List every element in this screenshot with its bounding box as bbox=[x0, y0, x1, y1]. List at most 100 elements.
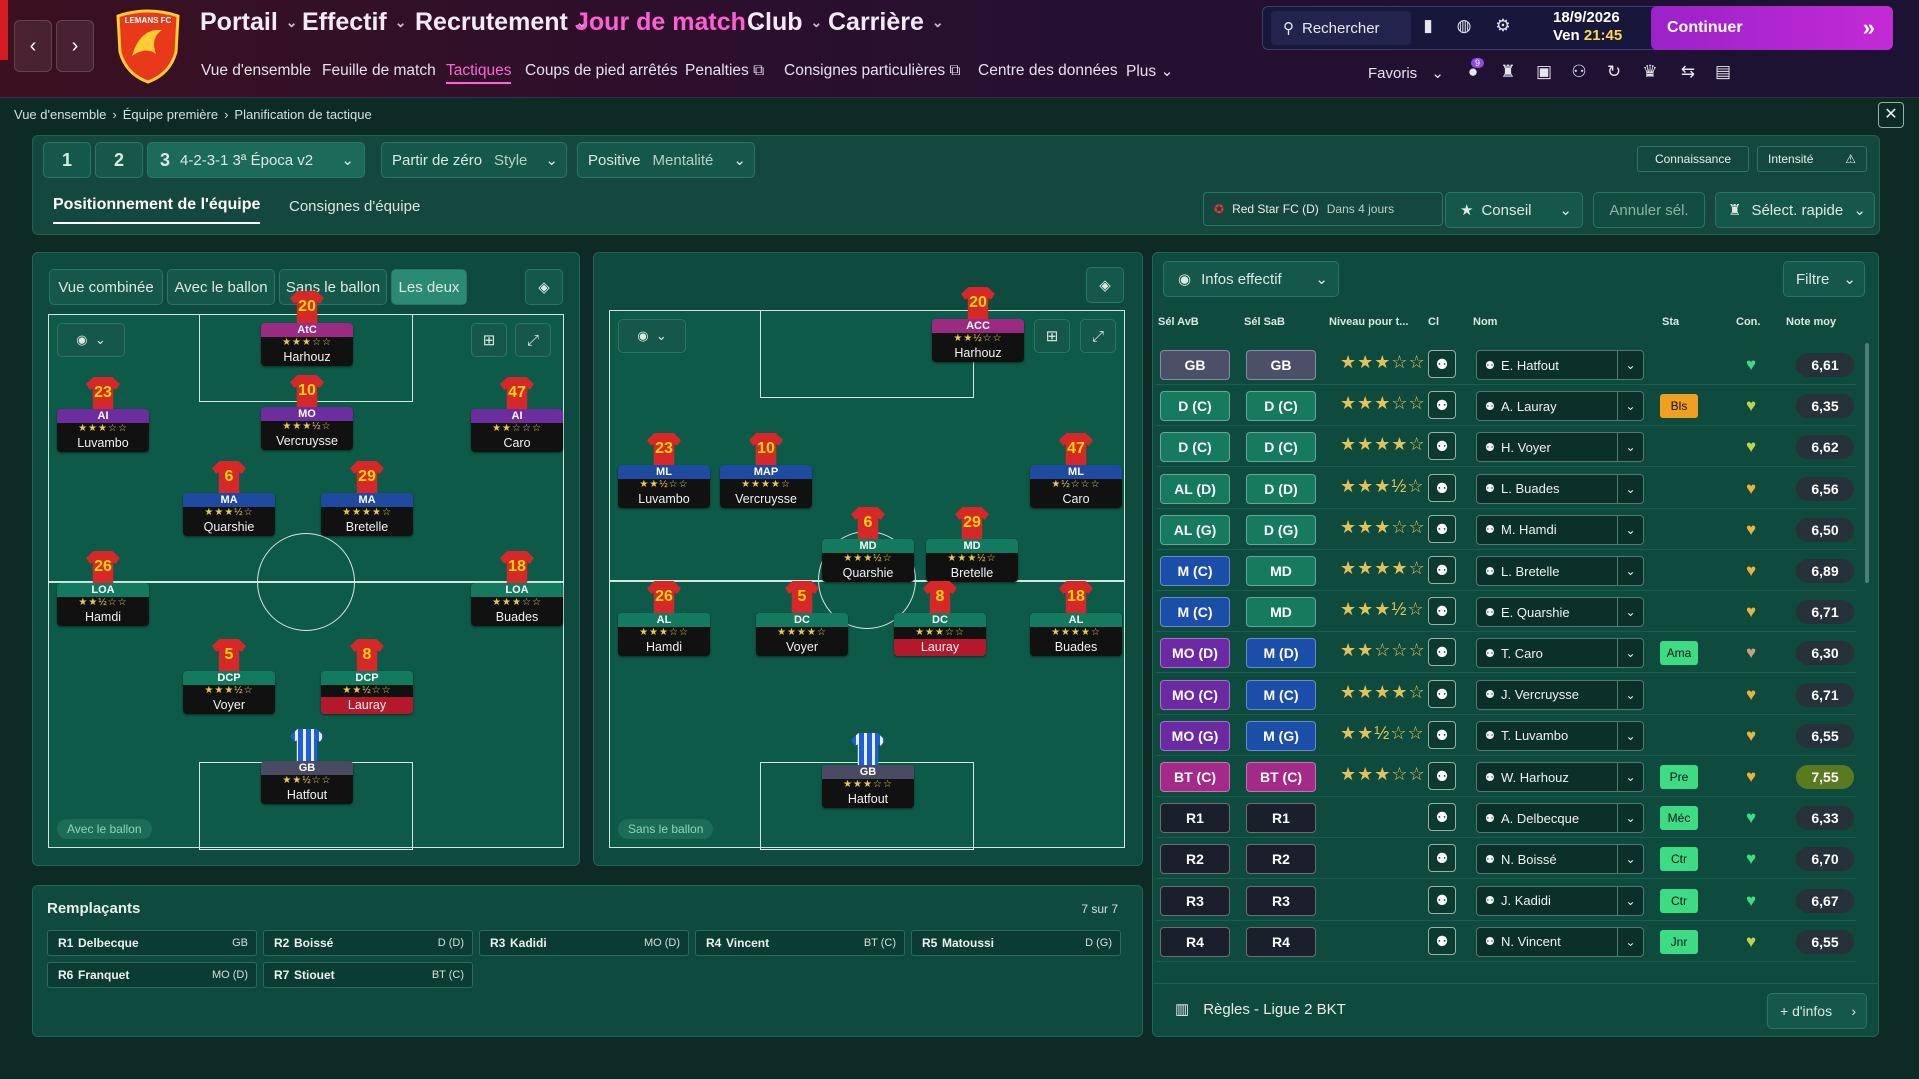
scrollbar[interactable] bbox=[1865, 343, 1869, 583]
substitute-slot[interactable]: R6 Franquet MO (D) bbox=[47, 962, 257, 988]
player-token[interactable]: 6 MA ★★★½☆ Quarshie bbox=[183, 461, 275, 536]
person-icon[interactable]: ⚉ bbox=[1428, 556, 1456, 584]
squad-row[interactable]: R2 R2 ⚉ ⚉ N. Boissé ⌄ Ctr ♥ 6,70 bbox=[1156, 839, 1856, 880]
player-token[interactable]: 8 DC ★★★☆☆ Lauray bbox=[894, 581, 986, 656]
without-ball-position[interactable]: R1 bbox=[1246, 803, 1316, 834]
player-select[interactable]: ⚉ E. Quarshie ⌄ bbox=[1476, 597, 1644, 628]
player-select[interactable]: ⚉ N. Boissé ⌄ bbox=[1476, 844, 1644, 875]
with-ball-position[interactable]: D (C) bbox=[1160, 391, 1230, 422]
submenu-feuille-de-match[interactable]: Feuille de match bbox=[322, 62, 436, 80]
player-token[interactable]: 10 MO ★★★½☆ Vercruysse bbox=[261, 375, 353, 450]
substitute-slot[interactable]: R5 Matoussi D (G) bbox=[911, 930, 1121, 956]
person-icon[interactable]: ⚉ bbox=[1428, 926, 1456, 955]
close-icon[interactable]: ✕ bbox=[1878, 102, 1904, 128]
squad-row[interactable]: R4 R4 ⚉ ⚉ N. Vincent ⌄ Jnr ♥ 6,55 bbox=[1156, 922, 1856, 962]
without-ball-position[interactable]: R2 bbox=[1246, 844, 1316, 875]
player-select[interactable]: ⚉ L. Bretelle ⌄ bbox=[1476, 556, 1644, 586]
favorites-dropdown[interactable]: Favoris ⌄ bbox=[1368, 64, 1444, 82]
person-icon[interactable]: ⚉ bbox=[1428, 638, 1456, 667]
player-token[interactable]: 18 LOA ★★★☆☆ Buades bbox=[471, 551, 563, 626]
submenu-consignes[interactable]: Consignes particulières ⧉ bbox=[784, 62, 961, 80]
person-icon[interactable]: ⚉ bbox=[1428, 514, 1456, 543]
player-token[interactable]: 8 DCP ★★½☆☆ Lauray bbox=[321, 639, 413, 714]
person-icon[interactable]: ⚉ bbox=[1428, 391, 1456, 420]
menu-portail[interactable]: Portail ⌄ bbox=[200, 8, 298, 37]
player-token[interactable]: 20 AtC ★★★☆☆ Harhouz bbox=[261, 291, 353, 366]
player-select[interactable]: ⚉ N. Vincent ⌄ bbox=[1476, 926, 1644, 957]
with-ball-position[interactable]: R4 bbox=[1160, 926, 1230, 957]
without-ball-position[interactable]: BT (C) bbox=[1246, 762, 1316, 792]
breadcrumb-item[interactable]: Équipe première bbox=[123, 107, 218, 122]
player-token[interactable]: 47 ML ★½☆☆☆ Caro bbox=[1030, 433, 1122, 508]
without-ball-position[interactable]: R3 bbox=[1246, 885, 1316, 916]
player-token[interactable]: 29 MA ★★★★☆ Bretelle bbox=[321, 461, 413, 536]
more-info-button[interactable]: + d'infos › bbox=[1767, 993, 1867, 1029]
expand-icon[interactable]: ⤢ bbox=[515, 323, 551, 357]
player-token[interactable]: GB ★★★☆☆ Hatfout bbox=[822, 733, 914, 808]
substitute-slot[interactable]: R4 Vincent BT (C) bbox=[695, 930, 905, 956]
person-icon[interactable]: ⚉ bbox=[1428, 350, 1456, 378]
menu-jour-de-match[interactable]: Jour de match ⌄ bbox=[575, 8, 766, 37]
formation-icon[interactable]: ◈ bbox=[1086, 267, 1124, 303]
view-combined[interactable]: Vue combinée bbox=[49, 269, 163, 305]
submenu-centre-donnees[interactable]: Centre des données bbox=[978, 62, 1118, 80]
with-ball-position[interactable]: D (C) bbox=[1160, 432, 1230, 463]
view-with-ball[interactable]: Avec le ballon bbox=[167, 269, 275, 305]
style-dropdown[interactable]: Partir de zéro Style ⌄ bbox=[381, 142, 567, 178]
player-select[interactable]: ⚉ A. Lauray ⌄ bbox=[1476, 391, 1644, 422]
person-icon[interactable]: ⚉ bbox=[1428, 762, 1456, 790]
continue-button[interactable]: Continuer» bbox=[1651, 6, 1893, 50]
player-token[interactable]: 26 AL ★★★☆☆ Hamdi bbox=[618, 581, 710, 656]
submenu-coups-de-pied[interactable]: Coups de pied arrêtés bbox=[525, 62, 678, 80]
submenu-vue-ensemble[interactable]: Vue d'ensemble bbox=[201, 62, 311, 80]
without-ball-position[interactable]: GB bbox=[1246, 350, 1316, 380]
tactic-slot-2[interactable]: 2 bbox=[95, 142, 143, 178]
person-icon[interactable]: ⚉ bbox=[1428, 597, 1456, 626]
column-header[interactable]: Sél AvB bbox=[1158, 316, 1199, 328]
player-select[interactable]: ⚉ H. Voyer ⌄ bbox=[1476, 432, 1644, 463]
column-header[interactable]: Sél SaB bbox=[1244, 316, 1285, 328]
view-both[interactable]: Les deux bbox=[391, 269, 467, 305]
tab-positioning[interactable]: Positionnement de l'équipe bbox=[53, 196, 261, 224]
submenu-plus[interactable]: Plus ⌄ bbox=[1126, 62, 1173, 81]
with-ball-position[interactable]: BT (C) bbox=[1160, 762, 1230, 792]
inbox-icon[interactable]: ▮ bbox=[1413, 16, 1443, 36]
player-select[interactable]: ⚉ E. Hatfout ⌄ bbox=[1476, 350, 1644, 380]
squad-row[interactable]: GB GB ★★★☆☆ ⚉ ⚉ E. Hatfout ⌄ ♥ 6,61 bbox=[1156, 345, 1856, 385]
forward-button[interactable]: › bbox=[56, 20, 94, 72]
filter-dropdown[interactable]: Filtre ⌄ bbox=[1783, 261, 1865, 297]
with-ball-position[interactable]: AL (G) bbox=[1160, 514, 1230, 545]
player-token[interactable]: 5 DC ★★★★☆ Voyer bbox=[756, 581, 848, 656]
menu-recrutement[interactable]: Recrutement ⌄ bbox=[415, 8, 588, 37]
squad-row[interactable]: D (C) D (C) ★★★☆☆ ⚉ ⚉ A. Lauray ⌄ Bls ♥ 6,35 bbox=[1156, 386, 1856, 427]
person-icon[interactable]: ⚉ bbox=[1428, 473, 1456, 502]
without-ball-position[interactable]: M (G) bbox=[1246, 720, 1316, 751]
player-token[interactable]: GB ★★½☆☆ Hatfout bbox=[261, 729, 353, 804]
with-ball-position[interactable]: M (C) bbox=[1160, 597, 1230, 628]
tactic-slot-1[interactable]: 1 bbox=[43, 142, 91, 178]
player-token[interactable]: 29 MD ★★★½☆ Bretelle bbox=[926, 507, 1018, 582]
column-header[interactable]: Sta bbox=[1662, 316, 1679, 328]
with-ball-position[interactable]: AL (D) bbox=[1160, 473, 1230, 504]
shirt-icon[interactable]: ♜ bbox=[1495, 62, 1521, 82]
substitute-slot[interactable]: R2 Boissé D (D) bbox=[263, 930, 473, 956]
with-ball-position[interactable]: R3 bbox=[1160, 885, 1230, 916]
with-ball-position[interactable]: GB bbox=[1160, 350, 1230, 380]
substitute-slot[interactable]: R7 Stiouet BT (C) bbox=[263, 962, 473, 988]
player-select[interactable]: ⚉ T. Caro ⌄ bbox=[1476, 638, 1644, 669]
column-header[interactable]: Nom bbox=[1473, 316, 1497, 328]
cancel-selection-button[interactable]: Annuler sél. bbox=[1593, 192, 1705, 228]
player-token[interactable]: 20 ACC ★★½☆☆ Harhouz bbox=[932, 287, 1024, 362]
player-token[interactable]: 18 AL ★★★★☆ Buades bbox=[1030, 581, 1122, 656]
with-ball-position[interactable]: MO (G) bbox=[1160, 720, 1230, 751]
breadcrumb-item[interactable]: Vue d'ensemble bbox=[14, 107, 106, 122]
with-ball-position[interactable]: MO (C) bbox=[1160, 679, 1230, 710]
with-ball-position[interactable]: MO (D) bbox=[1160, 638, 1230, 669]
person-icon[interactable]: ⚉ bbox=[1428, 720, 1456, 749]
transfer-icon[interactable]: ⇆ bbox=[1675, 62, 1701, 82]
substitute-slot[interactable]: R1 Delbecque GB bbox=[47, 930, 257, 956]
without-ball-position[interactable]: D (G) bbox=[1246, 514, 1316, 545]
person-icon[interactable]: ⚉ bbox=[1428, 432, 1456, 461]
player-select[interactable]: ⚉ M. Hamdi ⌄ bbox=[1476, 514, 1644, 545]
player-select[interactable]: ⚉ J. Kadidi ⌄ bbox=[1476, 885, 1644, 916]
